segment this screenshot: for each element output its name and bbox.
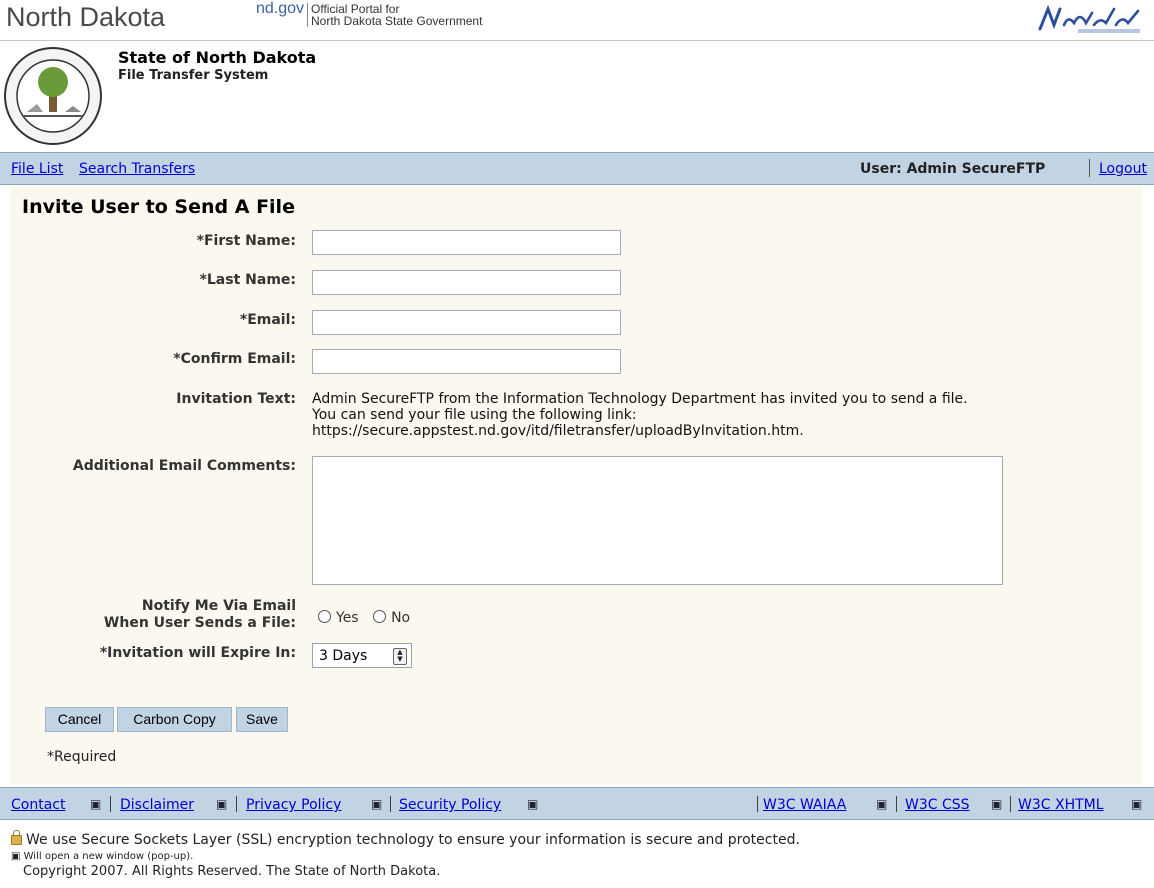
nav-separator (1089, 159, 1090, 177)
popup-window-icon: ▣ (527, 797, 539, 811)
notify-label: Notify Me Via Email When User Sends a Fi… (11, 598, 296, 632)
notify-yes-label[interactable]: Yes (336, 610, 359, 626)
expire-label: *Invitation will Expire In: (99, 645, 296, 661)
copyright-text: Copyright 2007. All Rights Reserved. The… (23, 864, 441, 879)
confirm-email-input[interactable] (312, 349, 621, 374)
notify-radio-group: Yes No (318, 610, 420, 626)
first-name-input[interactable] (312, 230, 621, 255)
first-name-label: *First Name: (196, 233, 296, 249)
comments-textarea[interactable] (312, 456, 1003, 585)
last-name-label: *Last Name: (199, 272, 296, 288)
north-dakota-legendary-logo[interactable] (1034, 3, 1146, 35)
footer-separator (757, 796, 758, 812)
notify-yes-radio[interactable] (318, 610, 331, 623)
notify-label-line2: When User Sends a File: (103, 615, 296, 631)
state-name-heading: State of North Dakota (118, 48, 317, 67)
current-user-label: User: Admin SecureFTP (860, 161, 1046, 177)
nav-search-transfers-link[interactable]: Search Transfers (79, 161, 195, 177)
footer-privacy-link[interactable]: Privacy Policy (246, 797, 341, 813)
invitation-text-line: Admin SecureFTP from the Information Tec… (312, 391, 968, 407)
footer-security-link[interactable]: Security Policy (399, 797, 501, 813)
north-dakota-title: North Dakota (6, 2, 166, 32)
nav-file-list-link[interactable]: File List (11, 161, 63, 177)
popup-window-icon: ▣ (90, 797, 102, 811)
notify-no-label[interactable]: No (391, 610, 410, 626)
footer-separator (110, 796, 111, 812)
expire-select[interactable]: 3 Days ▲ ▼ (312, 643, 412, 668)
footer-w3c-css-link[interactable]: W3C CSS (905, 797, 970, 813)
footer-separator (236, 796, 237, 812)
carbon-copy-button[interactable]: Carbon Copy (117, 707, 232, 732)
expire-select-value: 3 Days (319, 648, 368, 664)
invitation-text-line: https://secure.appstest.nd.gov/itd/filet… (312, 423, 804, 439)
top-nav-bar: File List Search Transfers User: Admin S… (0, 152, 1154, 185)
popup-window-icon: ▣ (1131, 797, 1143, 811)
page-title: Invite User to Send A File (22, 196, 295, 218)
last-name-input[interactable] (312, 270, 621, 295)
required-note: *Required (47, 749, 117, 765)
ssl-notice-text: We use Secure Sockets Layer (SSL) encryp… (26, 832, 800, 848)
footer-separator (1010, 796, 1011, 812)
popup-note-text: Will open a new window (pop-up). (23, 851, 194, 862)
footer-links-bar: Contact ▣ Disclaimer ▣ Privacy Policy ▣ … (0, 787, 1154, 820)
footer-disclaimer-link[interactable]: Disclaimer (120, 797, 194, 813)
save-button[interactable]: Save (236, 707, 288, 732)
popup-window-icon: ▣ (11, 851, 21, 862)
popup-window-icon: ▣ (991, 797, 1003, 811)
popup-window-icon: ▣ (876, 797, 888, 811)
ssl-notice: We use Secure Sockets Layer (SSL) encryp… (11, 830, 800, 848)
confirm-email-label: *Confirm Email: (173, 351, 296, 367)
comments-label: Additional Email Comments: (72, 458, 296, 474)
email-label: *Email: (239, 312, 296, 328)
select-arrows-icon: ▲ ▼ (393, 648, 407, 665)
footer-w3c-xhtml-link[interactable]: W3C XHTML (1018, 797, 1104, 813)
invitation-text-label: Invitation Text: (176, 391, 296, 407)
cancel-button[interactable]: Cancel (45, 707, 114, 732)
popup-window-icon: ▣ (371, 797, 383, 811)
portal-tagline-line2: North Dakota State Government (311, 14, 483, 28)
footer-contact-link[interactable]: Contact (11, 797, 65, 813)
footer-separator (896, 796, 897, 812)
portal-tagline: Official Portal for North Dakota State G… (307, 3, 482, 27)
popup-note: ▣ Will open a new window (pop-up). (11, 851, 193, 862)
logout-link[interactable]: Logout (1099, 161, 1147, 177)
lock-icon (11, 830, 22, 845)
invitation-text-line: You can send your file using the followi… (312, 407, 637, 423)
system-name-heading: File Transfer System (118, 68, 269, 83)
footer-separator (390, 796, 391, 812)
footer-w3c-waiaa-link[interactable]: W3C WAIAA (763, 797, 846, 813)
popup-window-icon: ▣ (216, 797, 228, 811)
notify-label-line1: Notify Me Via Email (141, 598, 296, 614)
ndgov-logo-text[interactable]: nd.gov (256, 0, 304, 18)
invitation-text-block: Admin SecureFTP from the Information Tec… (312, 391, 968, 439)
notify-no-radio[interactable] (373, 610, 387, 623)
state-seal-icon (4, 47, 102, 145)
top-banner: North Dakota nd.gov Official Portal for … (0, 0, 1154, 41)
email-input[interactable] (312, 310, 621, 335)
